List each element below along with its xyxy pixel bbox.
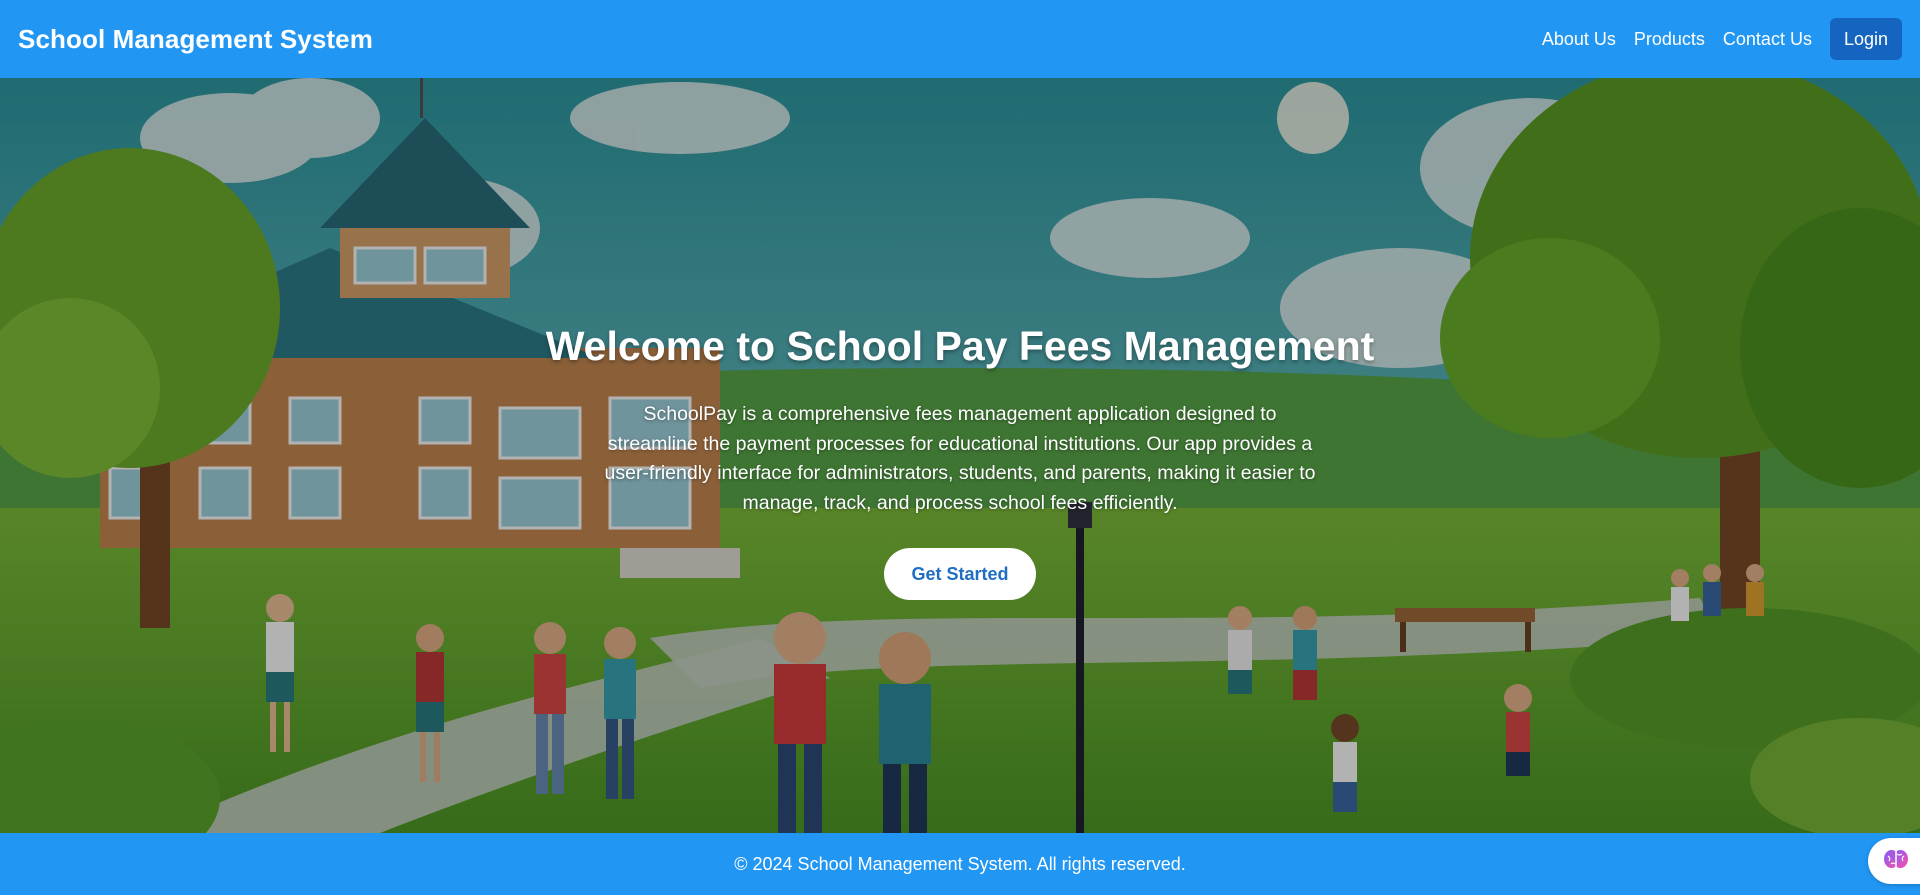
nav-about-link[interactable]: About Us (1542, 29, 1616, 50)
hero-title: Welcome to School Pay Fees Management (545, 323, 1375, 369)
get-started-button[interactable]: Get Started (884, 548, 1036, 600)
login-button[interactable]: Login (1829, 18, 1902, 60)
hero-description: SchoolPay is a comprehensive fees manage… (604, 403, 1316, 514)
main-nav: About Us Products Contact Us Login (1542, 18, 1902, 60)
hero-section: Welcome to School Pay Fees Management Sc… (0, 78, 1920, 833)
brain-icon (1882, 845, 1910, 878)
assistant-button[interactable] (1868, 838, 1920, 884)
brand-title[interactable]: School Management System (18, 24, 373, 55)
site-header: School Management System About Us Produc… (0, 0, 1920, 78)
footer-copyright: © 2024 School Management System. All rig… (734, 853, 1186, 874)
nav-contact-link[interactable]: Contact Us (1723, 29, 1812, 50)
site-footer: © 2024 School Management System. All rig… (0, 833, 1920, 895)
nav-products-link[interactable]: Products (1634, 29, 1705, 50)
hero-content: Welcome to School Pay Fees Management Sc… (0, 78, 1920, 833)
